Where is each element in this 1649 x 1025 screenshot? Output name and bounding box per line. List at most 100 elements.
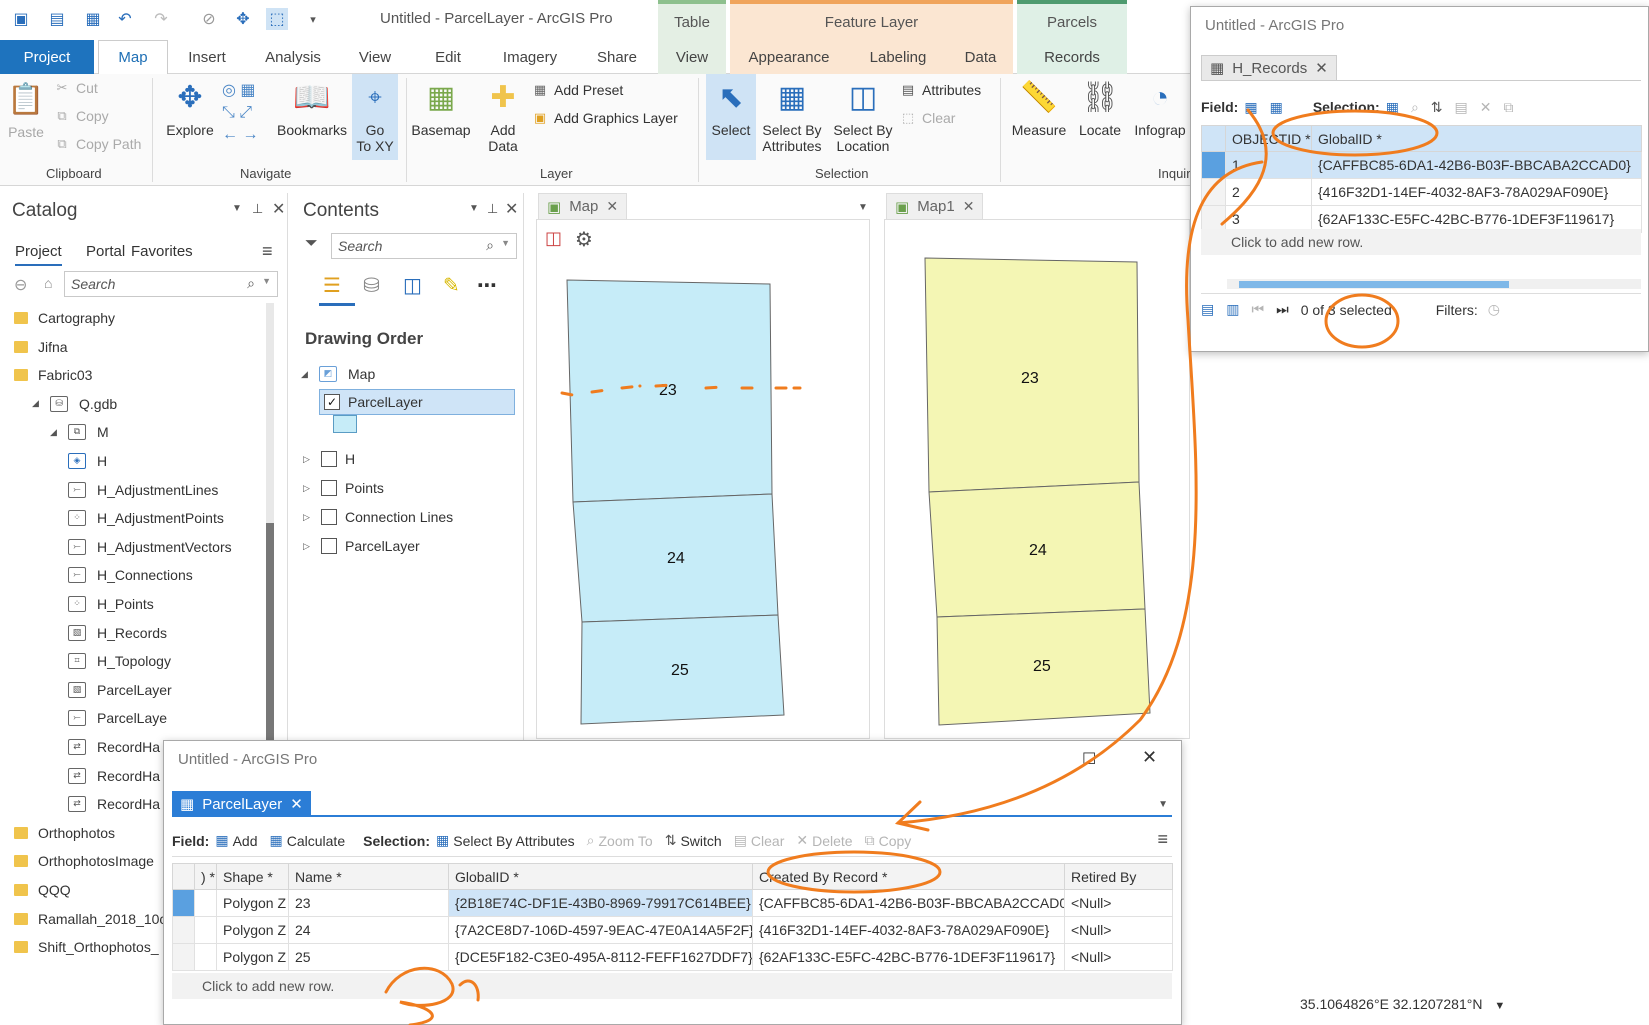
- measure-button[interactable]: 📏 Measure: [1008, 78, 1070, 139]
- filter-icon[interactable]: ⏷: [305, 235, 318, 253]
- save-icon[interactable]: ▦: [82, 8, 104, 30]
- list-by-selection-icon[interactable]: ◫: [403, 273, 422, 298]
- search-icon[interactable]: ⌕: [247, 275, 255, 292]
- table-cell[interactable]: <Null>: [1064, 943, 1173, 971]
- table-cell[interactable]: {DCE5F182-C3E0-495A-8112-FEFF1627DDF7}: [448, 943, 753, 971]
- catalog-item[interactable]: Ramallah_2018_10c: [14, 906, 166, 932]
- edit-tool-icon[interactable]: ⬚: [266, 8, 288, 30]
- close-icon[interactable]: ✕: [963, 198, 975, 215]
- table-cell[interactable]: 2: [1225, 178, 1312, 206]
- hamburger-menu-icon[interactable]: ≡: [262, 241, 273, 262]
- table-cell[interactable]: {CAFFBC85-6DA1-42B6-B03F-BBCABA2CCAD0}: [1311, 151, 1642, 179]
- zoom-to-button[interactable]: ⌕ Zoom To: [587, 832, 653, 849]
- tab-analysis[interactable]: Analysis: [248, 40, 338, 74]
- add-field-icon[interactable]: ▦: [1244, 99, 1257, 116]
- column-header[interactable]: GlobalID *: [1311, 125, 1642, 152]
- catalog-item[interactable]: Orthophotos: [14, 820, 115, 846]
- catalog-item[interactable]: ⇄ RecordHa: [68, 734, 160, 760]
- catalog-item[interactable]: ◈ H: [68, 448, 107, 474]
- go-to-xy-button[interactable]: ⌖ Go To XY: [352, 74, 398, 160]
- table-cell[interactable]: {2B18E74C-DF1E-43B0-8969-79917C614BEE}: [448, 889, 753, 917]
- select-by-location-button[interactable]: ◫ Select By Location: [830, 78, 896, 155]
- row-header[interactable]: [1201, 178, 1226, 206]
- zoom-to-icon[interactable]: ⌕: [1411, 99, 1419, 116]
- add-field-button[interactable]: ▦ Add: [215, 832, 257, 849]
- table-cell[interactable]: Polygon Z: [216, 889, 289, 917]
- column-header[interactable]: Retired By: [1064, 863, 1173, 890]
- delete-icon[interactable]: ✕: [1480, 99, 1492, 116]
- catalog-item[interactable]: ⤚ H_AdjustmentLines: [68, 477, 218, 503]
- expand-icon[interactable]: ▷: [303, 541, 315, 552]
- show-selected-records-icon[interactable]: ▥: [1226, 301, 1239, 318]
- tab-records[interactable]: Records: [1017, 40, 1127, 74]
- column-header[interactable]: OBJECTID *: [1225, 125, 1312, 152]
- catalog-item[interactable]: OrthophotosImage: [14, 848, 154, 874]
- more-options-icon[interactable]: ⋯: [477, 273, 497, 298]
- catalog-item[interactable]: Fabric03: [14, 362, 92, 388]
- table-row[interactable]: Polygon Z 23 {2B18E74C-DF1E-43B0-8969-7991…: [172, 889, 1173, 917]
- column-header[interactable]: Name *: [288, 863, 449, 890]
- layer-item[interactable]: ▷ H: [303, 446, 355, 472]
- catalog-tab-favorites[interactable]: Favorites: [131, 243, 193, 260]
- copy-path-button[interactable]: ⧉ Copy Path: [54, 136, 141, 152]
- catalog-item[interactable]: ⤚ ParcelLaye: [68, 705, 167, 731]
- table-row[interactable]: 1 {CAFFBC85-6DA1-42B6-B03F-BBCABA2CCAD0}: [1201, 151, 1642, 179]
- close-icon[interactable]: ✕: [272, 199, 285, 219]
- catalog-tab-project[interactable]: Project: [15, 243, 62, 266]
- map-view[interactable]: ◫ ⚙ 23 24 25: [536, 219, 870, 739]
- table-cell[interactable]: [194, 916, 217, 944]
- row-header[interactable]: [1201, 151, 1226, 179]
- close-icon[interactable]: ✕: [1315, 59, 1328, 77]
- add-data-button[interactable]: ✚ Add Data: [478, 78, 528, 155]
- select-button[interactable]: ⬉ Select: [706, 74, 756, 160]
- paste-button[interactable]: 📋 Paste: [6, 80, 46, 141]
- tab-edit[interactable]: Edit: [418, 40, 478, 74]
- catalog-item[interactable]: ⇄ RecordHa: [68, 763, 160, 789]
- open-project-icon[interactable]: ▤: [46, 8, 68, 30]
- catalog-item[interactable]: ⇄ RecordHa: [68, 791, 160, 817]
- column-header[interactable]: ) *: [194, 863, 217, 890]
- pin-icon[interactable]: ⊥: [487, 201, 498, 217]
- select-by-attributes-button[interactable]: ▦ Select By Attributes: [760, 78, 824, 155]
- attributes-button[interactable]: ▤ Attributes: [900, 82, 981, 98]
- list-by-editing-icon[interactable]: ✎: [443, 273, 460, 298]
- layer-item[interactable]: ▷ Points: [303, 475, 384, 501]
- undo-icon[interactable]: ↶: [114, 8, 136, 30]
- parcel-symbol-swatch[interactable]: [333, 415, 357, 433]
- layer-item[interactable]: ✓ ParcelLayer: [319, 389, 515, 415]
- explore-button[interactable]: ✥ Explore: [160, 78, 220, 139]
- locate-button[interactable]: ⛓ Locate: [1074, 78, 1126, 139]
- row-header[interactable]: [172, 889, 195, 917]
- layer-visibility-checkbox[interactable]: [321, 509, 337, 525]
- tab-table-view[interactable]: View: [658, 40, 726, 74]
- catalog-item[interactable]: Jifna: [14, 334, 68, 360]
- catalog-item[interactable]: ⤚ H_AdjustmentVectors: [68, 534, 232, 560]
- table-cell[interactable]: Polygon Z: [216, 943, 289, 971]
- tab-insert[interactable]: Insert: [172, 40, 242, 74]
- list-by-source-icon[interactable]: ⛁: [363, 273, 380, 298]
- table-cell[interactable]: <Null>: [1064, 916, 1173, 944]
- layer-visibility-checkbox[interactable]: [321, 538, 337, 554]
- collapse-icon[interactable]: ◢: [301, 369, 313, 380]
- layer-visibility-checkbox[interactable]: ✓: [324, 394, 340, 410]
- close-icon[interactable]: ✕: [505, 199, 518, 219]
- show-all-records-icon[interactable]: ▤: [1201, 301, 1214, 318]
- switch-button[interactable]: ⇅ Switch: [665, 832, 722, 849]
- map1-view-tab[interactable]: ▣ Map1 ✕: [886, 193, 984, 219]
- row-header[interactable]: [172, 943, 195, 971]
- table-cell[interactable]: [194, 943, 217, 971]
- cut-button[interactable]: ✂ Cut: [54, 80, 98, 96]
- basemap-button[interactable]: ▦ Basemap: [410, 78, 472, 139]
- pin-icon[interactable]: ⊥: [252, 201, 263, 217]
- tab-labeling[interactable]: Labeling: [848, 40, 948, 74]
- back-icon[interactable]: ⊖: [14, 275, 27, 295]
- collapse-icon[interactable]: ◢: [32, 398, 44, 409]
- select-by-attributes-icon[interactable]: ▦: [1386, 99, 1399, 116]
- table-row[interactable]: 2 {416F32D1-14EF-4032-8AF3-78A029AF090E}: [1201, 178, 1642, 206]
- table-cell[interactable]: Polygon Z: [216, 916, 289, 944]
- row-header[interactable]: [172, 916, 195, 944]
- contents-search-input[interactable]: Search ⌕ ▼: [331, 233, 517, 259]
- table-cell[interactable]: <Null>: [1064, 889, 1173, 917]
- search-icon[interactable]: ⌕: [486, 237, 494, 254]
- catalog-search-input[interactable]: Search ⌕ ▼: [64, 271, 278, 297]
